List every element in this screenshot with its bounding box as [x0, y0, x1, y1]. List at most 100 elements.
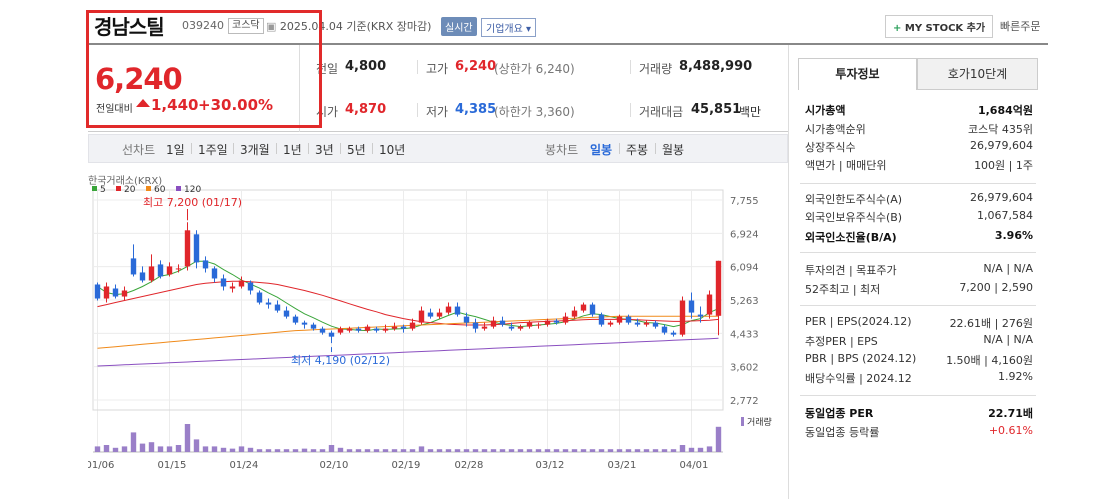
candle-body: [445, 306, 452, 313]
candle-body: [715, 260, 722, 316]
candle-chart-tab[interactable]: 봉차트: [545, 141, 578, 158]
info-label: 시가총액: [805, 104, 846, 117]
ma-legend-swatch: [176, 186, 181, 191]
candle-body: [517, 326, 524, 329]
toolbar-separator: [276, 143, 277, 154]
volume-bar: [508, 449, 515, 452]
volume-bar: [643, 449, 650, 452]
candle-daily[interactable]: 일봉: [590, 141, 612, 158]
candle-body: [139, 272, 146, 281]
volume-bar: [238, 446, 245, 452]
tab-investment-info[interactable]: 투자정보: [798, 58, 917, 90]
info-value: 22.71배: [988, 407, 1033, 420]
volume-bar: [562, 449, 569, 452]
info-value: 1.50배 | 4,160원: [946, 354, 1033, 367]
period-1y[interactable]: 1년: [283, 141, 302, 158]
volume-bar: [112, 447, 119, 452]
volume-bar: [463, 449, 470, 452]
candle-body: [625, 316, 632, 323]
y-tick-label: 7,755: [730, 196, 759, 207]
volume-bar: [373, 449, 380, 452]
candle-body: [526, 322, 533, 327]
info-row: 시가총액순위 코스닥 435위: [805, 121, 1033, 139]
info-value: 26,979,604: [970, 139, 1033, 152]
info-value: N/A | N/A: [983, 262, 1033, 275]
candle-body: [463, 316, 470, 323]
info-value: 22.61배 | 276원: [949, 317, 1033, 330]
candle-body: [328, 332, 335, 337]
candle-weekly[interactable]: 주봉: [626, 141, 648, 158]
candle-body: [418, 310, 425, 323]
info-label: 시가총액순위: [805, 123, 866, 136]
candle-chart[interactable]: 7,755 6,924 6,094 5,263 4,433 3,602 2,772 01/06…: [88, 170, 788, 470]
info-value: 1,067,584: [977, 209, 1033, 222]
candle-body: [607, 322, 614, 325]
candle-body: [220, 278, 227, 287]
period-1d[interactable]: 1일: [166, 141, 185, 158]
candle-body: [481, 326, 488, 329]
volume-bar: [283, 449, 290, 452]
info-label: 외국인한도주식수(A): [805, 193, 903, 206]
upper-limit: (상한가 6,240): [494, 62, 575, 76]
toolbar-separator: [233, 143, 234, 154]
volume-bar: [427, 449, 434, 452]
info-row: 외국인소진율(B/A) 3.96%: [805, 229, 1033, 247]
highlight-box: [86, 10, 322, 128]
volume-bar: [391, 449, 398, 452]
candle-body: [355, 328, 362, 331]
volume-bar: [103, 445, 110, 452]
volume-bar: [355, 449, 362, 452]
volume-bar: [202, 446, 209, 452]
period-10y[interactable]: 10년: [379, 141, 405, 158]
y-tick-label: 4,433: [730, 329, 759, 340]
candle-monthly[interactable]: 월봉: [662, 141, 684, 158]
volume-bar: [472, 449, 479, 452]
low-label: 저가: [426, 105, 449, 119]
info-row: 외국인보유주식수(B) 1,067,584: [805, 209, 1033, 227]
volume-bar: [436, 449, 443, 452]
quick-order-link[interactable]: 빠른주문: [1000, 18, 1040, 34]
tab-order-book[interactable]: 호가10단계: [917, 58, 1038, 90]
volume-bar: [652, 449, 659, 452]
candle-body: [94, 284, 101, 299]
candle-body: [337, 328, 344, 333]
realtime-button[interactable]: 실시간: [441, 17, 477, 36]
volume-bar: [184, 424, 191, 452]
ma-legend-label: 5: [100, 185, 106, 195]
candle-body: [391, 326, 398, 329]
summary-divider: [417, 103, 418, 117]
candle-body: [643, 322, 650, 325]
period-5y[interactable]: 5년: [347, 141, 366, 158]
line-chart-tab[interactable]: 선차트: [122, 141, 155, 158]
period-1w[interactable]: 1주일: [198, 141, 228, 158]
info-value: +0.61%: [988, 424, 1033, 437]
info-row: 시가총액 1,684억원: [805, 102, 1033, 120]
candle-body: [130, 258, 137, 275]
volume-bar: [94, 446, 101, 452]
company-overview-dropdown[interactable]: 기업개요 ▾: [481, 18, 536, 37]
candle-body: [148, 266, 155, 281]
volume-bar: [310, 449, 317, 452]
volume-bar: [580, 449, 587, 452]
ma-legend-swatch: [116, 186, 121, 191]
info-label: 배당수익률 | 2024.12: [805, 372, 912, 385]
period-3y[interactable]: 3년: [315, 141, 334, 158]
volume-legend-label: 거래량: [747, 416, 772, 428]
candle-body: [679, 300, 686, 335]
candle-body: [103, 286, 110, 299]
period-3m[interactable]: 3개월: [240, 141, 270, 158]
info-row: 추정PER | EPS N/A | N/A: [805, 333, 1033, 351]
volume-bar: [499, 449, 506, 452]
candle-body: [697, 314, 704, 317]
add-mystock-button[interactable]: + MY STOCK 추가: [885, 15, 994, 38]
info-label: 상장주식수: [805, 141, 856, 154]
volume-bar: [418, 446, 425, 452]
toolbar-separator: [340, 143, 341, 154]
volume-bar: [409, 449, 416, 452]
candle-body: [346, 328, 353, 331]
candle-body: [112, 288, 119, 297]
lower-limit: (하한가 3,360): [494, 105, 575, 119]
volume-bar: [130, 432, 137, 452]
volume-bar: [535, 449, 542, 452]
amount-value: 45,851: [691, 102, 742, 117]
